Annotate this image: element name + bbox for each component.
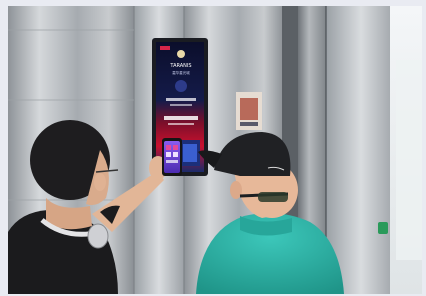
photo-frame: TARANIS 嘉华星光城 — [0, 0, 426, 296]
steel-wall-panel — [326, 6, 396, 294]
display-subtitle-text: 嘉华星光城 — [172, 70, 190, 75]
smartphone-icon — [162, 138, 182, 176]
display-brand-text: TARANIS — [169, 63, 191, 69]
elevator-call-button-icon — [378, 222, 388, 234]
wall-notice-poster — [236, 92, 262, 130]
elevator-scene-photo: TARANIS 嘉华星光城 — [0, 0, 426, 296]
